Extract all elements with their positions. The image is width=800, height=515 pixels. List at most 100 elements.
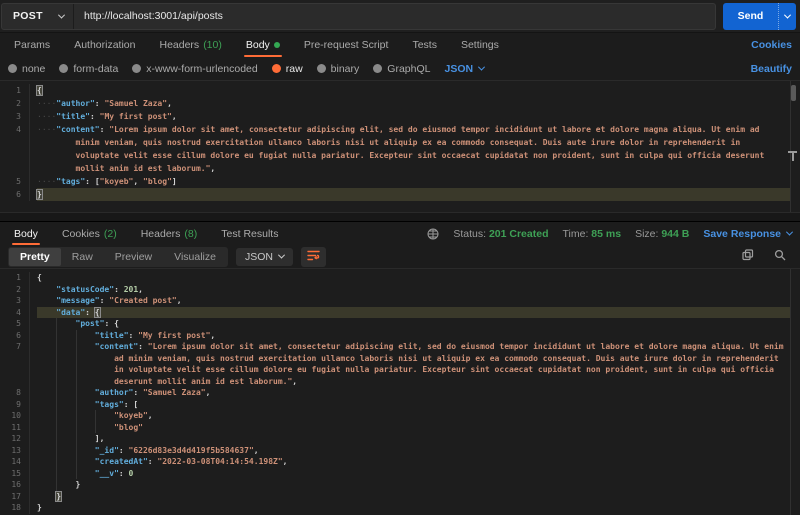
code-content: { <box>37 84 800 97</box>
line-number: 3 <box>0 295 30 307</box>
body-type-radio-none[interactable]: none <box>8 63 45 75</box>
line-number: 16 <box>0 479 30 491</box>
response-format-select[interactable]: JSON <box>236 248 293 266</box>
raw-format-select[interactable]: JSON <box>444 63 484 75</box>
view-seg-raw[interactable]: Raw <box>61 248 104 266</box>
json-key: "content" <box>95 342 138 351</box>
url-group: POST <box>1 3 716 30</box>
line-number: 6 <box>0 330 30 342</box>
status-value: 201 Created <box>489 228 549 240</box>
copy-response-icon[interactable] <box>736 247 760 266</box>
request-url-bar: POST Send <box>0 0 800 33</box>
code-content: "statusCode": 201, <box>37 284 800 296</box>
line-number: 18 <box>0 502 30 514</box>
json-punctuation: : <box>85 308 95 317</box>
code-line-9: 9"tags": [ <box>0 399 800 411</box>
json-punctuation: , <box>148 411 153 420</box>
body-type-radio-form-data[interactable]: form-data <box>59 63 118 75</box>
send-options-caret[interactable] <box>778 3 796 30</box>
json-punctuation: , <box>167 99 172 108</box>
line-number: 12 <box>0 433 30 445</box>
tab-settings[interactable]: Settings <box>455 33 505 57</box>
cookies-link[interactable]: Cookies <box>751 39 792 51</box>
code-content: "__v": 0 <box>37 468 800 480</box>
radio-label: x-www-form-urlencoded <box>146 63 257 75</box>
network-globe-icon[interactable] <box>427 228 439 240</box>
json-punctuation: : <box>100 125 110 134</box>
save-response-button[interactable]: Save Response <box>703 228 792 240</box>
code-line-11: 11"blog" <box>0 422 800 434</box>
wrap-text-button[interactable] <box>301 247 326 267</box>
tab-authorization[interactable]: Authorization <box>68 33 141 57</box>
json-punctuation: : <box>129 331 139 340</box>
url-input[interactable] <box>74 4 715 29</box>
indent-guide <box>76 422 77 434</box>
code-content: ····"author": "Samuel Zaza", <box>37 97 800 110</box>
code-line-17: 17} <box>0 491 800 503</box>
code-content: "author": "Samuel Zaza", <box>37 387 800 399</box>
indent-guide <box>56 456 57 468</box>
tab-headers[interactable]: Headers(10) <box>153 33 227 57</box>
tab-tests[interactable]: Tests <box>406 33 443 57</box>
code-line-4: 4····"content": "Lorem ipsum dolor sit a… <box>0 123 800 175</box>
json-punctuation: } <box>56 492 61 501</box>
radio-icon <box>132 64 141 73</box>
json-key: "statusCode" <box>56 285 114 294</box>
response-tab-cookies[interactable]: Cookies(2) <box>56 222 123 245</box>
tab-label: Headers <box>159 39 199 51</box>
line-number: 7 <box>0 341 30 387</box>
json-string: "Lorem ipsum dolor sit amet, consectetur… <box>76 125 770 173</box>
body-type-radio-binary[interactable]: binary <box>317 63 360 75</box>
code-line-16: 16} <box>0 479 800 491</box>
pane-divider[interactable] <box>0 212 800 222</box>
tab-label: Body <box>246 39 270 51</box>
tab-body[interactable]: Body <box>240 33 286 57</box>
json-punctuation: : <box>119 446 129 455</box>
response-tab-headers[interactable]: Headers(8) <box>135 222 204 245</box>
request-body-editor[interactable]: 1{2····"author": "Samuel Zaza",3····"tit… <box>0 80 800 212</box>
body-type-radio-graphql[interactable]: GraphQL <box>373 63 430 75</box>
send-label[interactable]: Send <box>723 3 778 30</box>
json-punctuation: : <box>119 469 129 478</box>
line-number: 17 <box>0 491 30 503</box>
view-seg-visualize[interactable]: Visualize <box>163 248 227 266</box>
tab-label: Settings <box>461 39 499 51</box>
json-punctuation: , <box>283 457 288 466</box>
json-key: "createdAt" <box>95 457 148 466</box>
radio-label: form-data <box>73 63 118 75</box>
json-punctuation: : <box>95 99 105 108</box>
status-pair: Status: 201 Created <box>453 228 548 240</box>
response-body-editor[interactable]: 1{2"statusCode": 201,3"message": "Create… <box>0 269 800 515</box>
body-type-radio-x-www-form-urlencoded[interactable]: x-www-form-urlencoded <box>132 63 257 75</box>
view-seg-pretty[interactable]: Pretty <box>9 248 61 266</box>
json-punctuation: ], <box>95 434 105 443</box>
line-number: 4 <box>0 123 30 175</box>
json-key: "author" <box>95 388 134 397</box>
indent-guide <box>56 410 57 422</box>
search-icon[interactable] <box>768 247 792 266</box>
indent-guide <box>76 445 77 457</box>
send-button[interactable]: Send <box>723 3 796 30</box>
tab-params[interactable]: Params <box>8 33 56 57</box>
response-tab-test-results[interactable]: Test Results <box>215 222 284 245</box>
json-punctuation: , <box>206 388 211 397</box>
json-punctuation: [ <box>133 400 138 409</box>
response-tab-body[interactable]: Body <box>8 222 44 245</box>
json-punctuation: , <box>172 112 177 121</box>
code-content: "post": { <box>37 318 800 330</box>
view-seg-preview[interactable]: Preview <box>104 248 163 266</box>
tab-pre-request-script[interactable]: Pre-request Script <box>298 33 395 57</box>
body-type-radio-raw[interactable]: raw <box>272 63 303 75</box>
tab-label: Body <box>14 228 38 240</box>
code-line-18: 18} <box>0 502 800 514</box>
line-number: 5 <box>0 318 30 330</box>
method-select[interactable]: POST <box>2 4 74 29</box>
indent-guide <box>56 422 57 434</box>
beautify-link[interactable]: Beautify <box>751 63 792 75</box>
code-line-10: 10"koyeb", <box>0 410 800 422</box>
line-number: 6 <box>0 188 30 201</box>
json-string: "koyeb" <box>100 177 134 186</box>
radio-icon <box>373 64 382 73</box>
json-punctuation: { <box>37 86 42 95</box>
json-punctuation: : <box>100 296 110 305</box>
